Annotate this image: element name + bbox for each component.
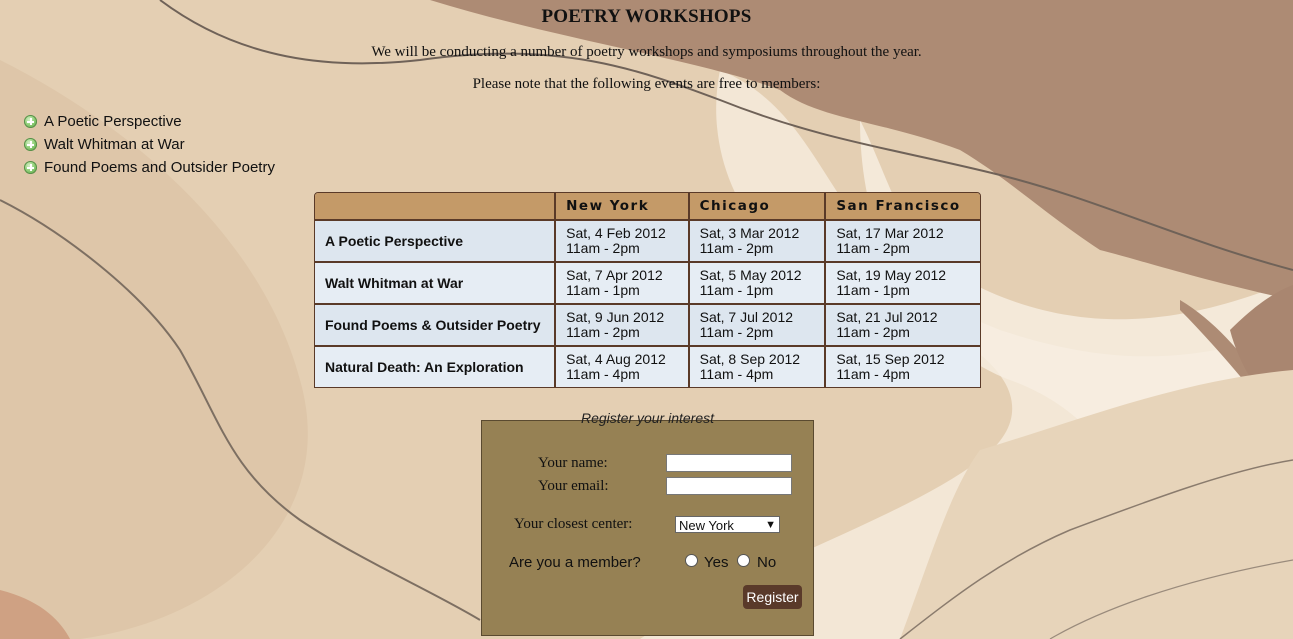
table-cell: Sat, 17 Mar 2012 11am - 2pm — [824, 221, 980, 263]
event-name: Walt Whitman at War — [44, 136, 185, 153]
event-time: 11am - 1pm — [699, 282, 774, 298]
register-form: Your name: Your email: Your closest cent… — [481, 420, 814, 636]
table-row: Natural Death: An Exploration Sat, 4 Aug… — [315, 347, 980, 387]
workshop-name: A Poetic Perspective — [315, 221, 555, 263]
event-date: Sat, 8 Sep 2012 — [699, 351, 801, 367]
list-item: Walt Whitman at War — [24, 133, 275, 156]
event-date: Sat, 17 Mar 2012 — [836, 225, 944, 241]
event-time: 11am - 4pm — [836, 366, 910, 382]
workshop-name: Found Poems & Outsider Poetry — [315, 305, 555, 347]
event-time: 11am - 2pm — [836, 324, 910, 340]
workshop-name: Natural Death: An Exploration — [315, 347, 555, 387]
event-date: Sat, 4 Feb 2012 — [566, 225, 666, 241]
event-name: A Poetic Perspective — [44, 113, 182, 130]
member-label: Are you a member? — [509, 554, 641, 571]
event-time: 11am - 4pm — [699, 366, 774, 382]
center-select-value: New York — [679, 518, 734, 533]
table-cell: Sat, 19 May 2012 11am - 1pm — [824, 263, 980, 305]
member-yes-radio[interactable] — [685, 554, 698, 567]
event-time: 11am - 2pm — [566, 324, 640, 340]
list-item: Found Poems and Outsider Poetry — [24, 156, 275, 179]
event-date: Sat, 19 May 2012 — [836, 267, 947, 283]
member-no-radio[interactable] — [737, 554, 750, 567]
table-cell: Sat, 9 Jun 2012 11am - 2pm — [554, 305, 688, 347]
event-time: 11am - 4pm — [566, 366, 640, 382]
name-input[interactable] — [666, 454, 792, 472]
column-header: Chicago — [687, 193, 825, 221]
schedule-table: New York Chicago San Francisco A Poetic … — [314, 192, 981, 388]
table-cell: Sat, 7 Apr 2012 11am - 1pm — [554, 263, 688, 305]
no-label: No — [757, 554, 777, 571]
event-time: 11am - 1pm — [836, 282, 910, 298]
email-label: Your email: — [538, 478, 609, 494]
event-date: Sat, 9 Jun 2012 — [566, 309, 665, 325]
free-events-list: A Poetic Perspective Walt Whitman at War… — [24, 110, 275, 179]
column-header: New York — [554, 193, 688, 221]
table-cell: Sat, 7 Jul 2012 11am - 2pm — [687, 305, 825, 347]
event-date: Sat, 3 Mar 2012 — [699, 225, 800, 241]
table-row: Walt Whitman at War Sat, 7 Apr 2012 11am … — [315, 263, 980, 305]
event-date: Sat, 4 Aug 2012 — [566, 351, 666, 367]
plus-bullet-icon — [24, 161, 37, 174]
page-content: POETRY WORKSHOPS We will be conducting a… — [0, 0, 1293, 639]
table-cell: Sat, 8 Sep 2012 11am - 4pm — [687, 347, 825, 387]
table-cell: Sat, 5 May 2012 11am - 1pm — [687, 263, 825, 305]
event-name: Found Poems and Outsider Poetry — [44, 159, 275, 176]
event-date: Sat, 7 Jul 2012 — [699, 309, 794, 325]
event-time: 11am - 1pm — [566, 282, 640, 298]
table-cell: Sat, 4 Feb 2012 11am - 2pm — [554, 221, 688, 263]
page-title: POETRY WORKSHOPS — [541, 6, 752, 27]
plus-bullet-icon — [24, 138, 37, 151]
chevron-down-icon: ▼ — [765, 519, 776, 531]
event-time: 11am - 2pm — [566, 240, 640, 256]
center-select[interactable]: New York ▼ — [675, 516, 780, 533]
table-cell: Sat, 21 Jul 2012 11am - 2pm — [824, 305, 980, 347]
name-label: Your name: — [538, 455, 608, 471]
yes-label: Yes — [704, 554, 729, 571]
event-date: Sat, 21 Jul 2012 — [836, 309, 938, 325]
intro-text: We will be conducting a number of poetry… — [371, 44, 922, 60]
plus-bullet-icon — [24, 115, 37, 128]
table-cell: Sat, 15 Sep 2012 11am - 4pm — [824, 347, 980, 387]
table-row: A Poetic Perspective Sat, 4 Feb 2012 11am… — [315, 221, 980, 263]
table-cell: Sat, 4 Aug 2012 11am - 4pm — [554, 347, 688, 387]
workshop-name: Walt Whitman at War — [315, 263, 555, 305]
form-legend: Register your interest — [580, 410, 715, 426]
event-date: Sat, 5 May 2012 — [699, 267, 802, 283]
event-date: Sat, 7 Apr 2012 — [566, 267, 663, 283]
table-cell: Sat, 3 Mar 2012 11am - 2pm — [687, 221, 825, 263]
register-button[interactable]: Register — [743, 585, 802, 609]
event-date: Sat, 15 Sep 2012 — [836, 351, 945, 367]
email-input[interactable] — [666, 477, 792, 495]
event-time: 11am - 2pm — [699, 324, 774, 340]
event-time: 11am - 2pm — [699, 240, 774, 256]
center-label: Your closest center: — [514, 516, 633, 532]
column-header: San Francisco — [824, 193, 980, 221]
column-header — [315, 193, 555, 221]
list-item: A Poetic Perspective — [24, 110, 275, 133]
event-time: 11am - 2pm — [836, 240, 910, 256]
members-note: Please note that the following events ar… — [472, 76, 821, 92]
table-row: Found Poems & Outsider Poetry Sat, 9 Jun… — [315, 305, 980, 347]
table-header-row: New York Chicago San Francisco — [315, 193, 980, 221]
